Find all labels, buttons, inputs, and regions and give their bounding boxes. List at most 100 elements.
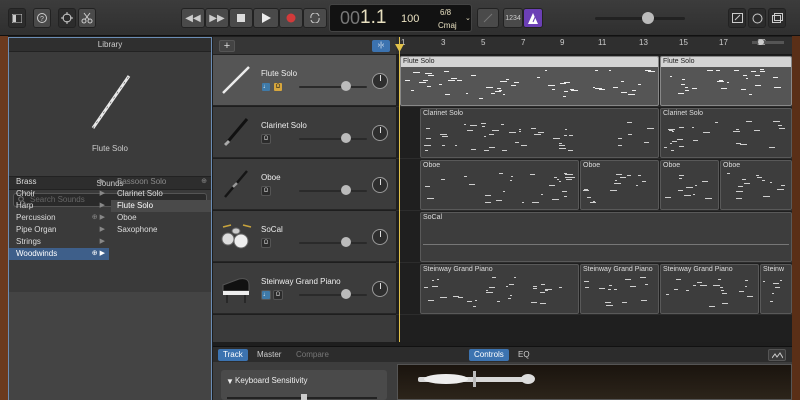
download-icon[interactable]: ⊕ xyxy=(201,176,207,188)
track-volume-slider[interactable] xyxy=(299,86,367,88)
tab-controls[interactable]: Controls xyxy=(469,349,509,361)
disclosure-triangle-icon[interactable]: ▼ xyxy=(226,377,234,386)
tab-track[interactable]: Track xyxy=(218,349,248,361)
track-list-empty xyxy=(213,315,396,342)
midi-note xyxy=(437,279,439,280)
region-piano-3[interactable]: Steinway Grand Piano xyxy=(660,264,759,314)
track-volume-knob[interactable] xyxy=(341,133,351,143)
catch-playhead-button[interactable]: ›|‹ xyxy=(372,40,390,52)
track-header-flute[interactable]: Flute Solo ♩ Ω xyxy=(213,55,396,106)
track-header-socal[interactable]: SoCal Ω xyxy=(213,211,396,262)
loop-browser-button[interactable] xyxy=(748,8,766,28)
track-volume-slider[interactable] xyxy=(299,190,367,192)
mute-button[interactable]: ♩ xyxy=(261,290,271,300)
play-button[interactable] xyxy=(253,8,279,28)
library-toggle-button[interactable] xyxy=(8,8,26,28)
metronome-button[interactable] xyxy=(523,8,543,28)
region-piano-1[interactable]: Steinway Grand Piano xyxy=(420,264,579,314)
sound-bassoon-solo[interactable]: Bassoon Solo ⊕ xyxy=(111,176,211,188)
category-choir[interactable]: Choir ▶ xyxy=(9,188,109,200)
track-volume-knob[interactable] xyxy=(341,185,351,195)
pan-knob[interactable] xyxy=(372,281,388,297)
sound-saxophone[interactable]: Saxophone xyxy=(111,224,211,236)
track-volume-knob[interactable] xyxy=(341,237,351,247)
tab-eq[interactable]: EQ xyxy=(513,349,535,361)
region-socal[interactable]: SoCal xyxy=(420,212,792,262)
midi-note xyxy=(702,181,708,182)
region-oboe-2[interactable]: Oboe xyxy=(580,160,659,210)
headphones-button[interactable]: Ω xyxy=(261,134,271,144)
zoom-slider[interactable] xyxy=(752,41,784,44)
track-header-piano[interactable]: Steinway Grand Piano ♩ Ω xyxy=(213,263,396,314)
headphones-button[interactable]: Ω xyxy=(273,82,283,92)
midi-note xyxy=(746,78,748,79)
region-clarinet-1[interactable]: Clarinet Solo xyxy=(420,108,659,158)
pan-knob[interactable] xyxy=(372,177,388,193)
mute-button[interactable]: ♩ xyxy=(261,82,271,92)
region-oboe-3[interactable]: Oboe xyxy=(660,160,719,210)
rewind-button[interactable]: ◀◀ xyxy=(181,8,205,28)
headphones-button[interactable]: Ω xyxy=(261,186,271,196)
track-volume-slider[interactable] xyxy=(299,138,367,140)
tab-compare[interactable]: Compare xyxy=(291,349,334,361)
category-harp[interactable]: Harp ▶ xyxy=(9,200,109,212)
smart-controls-button[interactable] xyxy=(58,8,76,28)
category-strings[interactable]: Strings ▶ xyxy=(9,236,109,248)
master-volume-slider[interactable] xyxy=(595,17,685,20)
add-track-button[interactable]: + xyxy=(219,40,235,52)
region-oboe-1[interactable]: Oboe xyxy=(420,160,579,210)
region-piano-4[interactable]: Steinw xyxy=(760,264,792,314)
midi-note xyxy=(599,89,605,90)
headphones-button[interactable]: Ω xyxy=(261,238,271,248)
sensitivity-knob[interactable] xyxy=(301,394,307,400)
track-volume-slider[interactable] xyxy=(299,242,367,244)
region-title: Flute Solo xyxy=(403,58,435,65)
tracks-area[interactable]: Flute Solo Flute Solo Clarinet Solo Clar… xyxy=(396,55,792,342)
category-pipe-organ[interactable]: Pipe Organ ▶ xyxy=(9,224,109,236)
midi-note xyxy=(618,145,622,146)
editors-button[interactable] xyxy=(78,8,96,28)
count-in-button[interactable]: 1234 xyxy=(503,8,523,28)
playhead[interactable] xyxy=(399,37,400,342)
region-flute-2[interactable]: Flute Solo xyxy=(660,56,792,106)
sound-oboe[interactable]: Oboe xyxy=(111,212,211,224)
region-flute-1[interactable]: Flute Solo xyxy=(400,56,659,106)
region-clarinet-2[interactable]: Clarinet Solo xyxy=(660,108,792,158)
headphones-button[interactable]: Ω xyxy=(273,290,283,300)
category-brass[interactable]: Brass ▶ xyxy=(9,176,109,188)
category-percussion[interactable]: Percussion ⊕ ▶ xyxy=(9,212,109,224)
region-oboe-4[interactable]: Oboe xyxy=(720,160,792,210)
note-pad-button[interactable] xyxy=(728,8,746,28)
lcd-display[interactable]: 00 1.1 100 6/8 Cmaj ⌄ xyxy=(329,4,472,32)
tab-master[interactable]: Master xyxy=(252,349,286,361)
timeline-ruler[interactable]: 1 3 5 7 9 11 13 15 17 19 xyxy=(396,37,792,55)
midi-note xyxy=(755,75,760,76)
chevron-right-icon: ▶ xyxy=(99,190,105,197)
track-header-clarinet[interactable]: Clarinet Solo Ω xyxy=(213,107,396,158)
sound-clarinet-solo[interactable]: Clarinet Solo xyxy=(111,188,211,200)
keyboard-view-button[interactable] xyxy=(768,349,786,361)
track-volume-knob[interactable] xyxy=(341,289,351,299)
pan-knob[interactable] xyxy=(372,125,388,141)
quick-help-button[interactable]: ? xyxy=(33,8,51,28)
midi-note xyxy=(744,183,750,184)
zoom-knob[interactable] xyxy=(758,39,764,45)
media-browser-button[interactable] xyxy=(768,8,786,28)
pan-knob[interactable] xyxy=(372,229,388,245)
cycle-button[interactable] xyxy=(303,8,327,28)
midi-note xyxy=(621,92,627,93)
sound-flute-solo[interactable]: Flute Solo xyxy=(111,200,211,212)
fast-forward-button[interactable]: ▶▶ xyxy=(205,8,229,28)
tuner-button[interactable] xyxy=(477,8,499,28)
category-woodwinds[interactable]: Woodwinds ⊕ ▶ xyxy=(9,248,109,260)
playhead-marker-icon[interactable] xyxy=(395,44,404,52)
record-button[interactable] xyxy=(279,8,303,28)
region-piano-2[interactable]: Steinway Grand Piano xyxy=(580,264,659,314)
track-header-oboe[interactable]: Oboe Ω xyxy=(213,159,396,210)
track-volume-slider[interactable] xyxy=(299,294,367,296)
track-volume-knob[interactable] xyxy=(341,81,351,91)
master-volume-knob[interactable] xyxy=(642,12,654,24)
midi-note xyxy=(427,198,434,199)
stop-button[interactable] xyxy=(229,8,253,28)
pan-knob[interactable] xyxy=(372,73,388,89)
